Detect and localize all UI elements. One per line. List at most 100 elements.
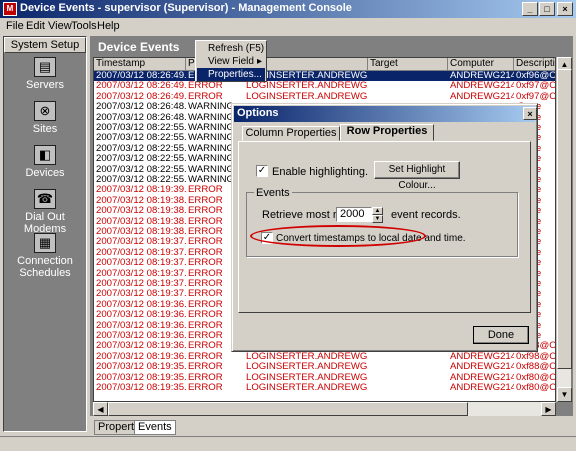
cell-timestamp: 2007/03/12 08:19:35.000 xyxy=(96,372,186,383)
table-row[interactable]: 2007/03/12 08:19:35.000ERROR LOGINSERTER.… xyxy=(94,362,555,373)
table-row[interactable]: 2007/03/12 08:26:49.000ERLOGINSERTER.AND… xyxy=(94,71,556,82)
table-row[interactable]: 2007/03/12 08:19:35.000ERROR LOGINSERTER.… xyxy=(94,383,556,393)
events-group xyxy=(246,192,518,257)
maximize-button[interactable]: □ xyxy=(539,2,555,16)
sidebar-item-label: Servers xyxy=(26,79,64,91)
cell-source: LOGINSERTER.ANDREWG21462 xyxy=(246,383,368,393)
cell-timestamp: 2007/03/12 08:19:36.000 xyxy=(96,341,186,352)
grid-header: Timestamp Pr Target Computer Description xyxy=(94,58,555,71)
server-icon: ▤ xyxy=(34,57,56,77)
menu-item-properties[interactable]: Properties... xyxy=(197,68,265,81)
column-header-description[interactable]: Description xyxy=(514,58,555,71)
cell-timestamp: 2007/03/12 08:22:55.000 xyxy=(96,154,186,165)
cell-computer: ANDREWG21462 xyxy=(450,383,514,393)
cell-source: LOGINSERTER.ANDREWG21462 xyxy=(246,351,368,362)
table-row[interactable]: 2007/03/12 08:26:49.000ERROR LOGINSERTER.… xyxy=(94,91,556,102)
cell-timestamp: 2007/03/12 08:26:49.000 xyxy=(96,91,186,102)
phone-icon: ☎ xyxy=(34,189,56,209)
system-setup-button[interactable]: System Setup xyxy=(4,37,86,53)
sidebar-item-connection-schedules[interactable]: ▦ Connection Schedules xyxy=(4,233,86,279)
menu-view[interactable]: View xyxy=(48,20,72,32)
table-row[interactable]: 2007/03/12 08:19:35.000ERROR LOGINSERTER.… xyxy=(94,372,555,383)
cell-timestamp: 2007/03/12 08:19:37.000 xyxy=(96,279,186,289)
tab-column-properties[interactable]: Column Properties xyxy=(242,126,340,141)
status-bar xyxy=(0,436,576,451)
sidebar-item-label: Connection Schedules xyxy=(17,255,73,279)
cell-timestamp: 2007/03/12 08:26:49.000 xyxy=(96,81,186,92)
sidebar-item-devices[interactable]: ◧ Devices xyxy=(4,145,86,179)
cell-timestamp: 2007/03/12 08:19:37.000 xyxy=(96,258,186,269)
scroll-down-icon[interactable]: ▼ xyxy=(557,387,572,402)
sidebar-item-servers[interactable]: ▤ Servers xyxy=(4,57,86,91)
tab-events[interactable]: Events xyxy=(134,420,176,435)
cell-timestamp: 2007/03/12 08:26:49.000 xyxy=(96,71,186,81)
calendar-icon: ▦ xyxy=(34,233,56,253)
menu-tools[interactable]: Tools xyxy=(71,20,97,32)
scroll-right-icon[interactable]: ▶ xyxy=(541,402,556,416)
annotation-ellipse xyxy=(250,225,426,247)
sidebar-item-sites[interactable]: ⊗ Sites xyxy=(4,101,86,135)
cell-computer: ANDREWG21462 xyxy=(450,362,514,373)
menu-edit[interactable]: Edit xyxy=(26,20,45,32)
scroll-thumb-horizontal[interactable] xyxy=(108,402,468,416)
minimize-button[interactable]: _ xyxy=(522,2,538,16)
cell-source: LOGINSERTER.ANDREWG21462 xyxy=(246,81,368,92)
cell-priority: ERROR xyxy=(188,362,223,373)
dialog-title: Options xyxy=(237,107,279,119)
vertical-scrollbar[interactable]: ▲ ▼ xyxy=(556,57,572,402)
set-highlight-colour-button[interactable]: Set Highlight Colour... xyxy=(374,161,460,191)
sidebar: System Setup ▤ Servers ⊗ Sites ◧ Devices… xyxy=(3,36,87,432)
submenu-arrow-icon: ▸ xyxy=(256,56,262,67)
cell-source: LOGINSERTER.ANDREWG21462 xyxy=(246,362,368,373)
sidebar-item-dial-out-modems[interactable]: ☎ Dial Out Modems xyxy=(4,189,86,235)
cell-description: 0xf96@Oeye xyxy=(516,71,556,81)
cell-priority: ERROR xyxy=(188,351,223,362)
menu-item-refresh[interactable]: Refresh (F5) xyxy=(197,42,265,55)
cell-timestamp: 2007/03/12 08:19:36.000 xyxy=(96,331,186,341)
column-header-timestamp[interactable]: Timestamp xyxy=(94,58,186,71)
horizontal-scrollbar[interactable]: ◀ ▶ xyxy=(93,402,556,416)
page-title: Device Events xyxy=(98,40,180,54)
retrieve-suffix: event records. xyxy=(391,209,461,221)
cell-timestamp: 2007/03/12 08:22:55.000 xyxy=(96,175,186,185)
scroll-thumb[interactable] xyxy=(557,69,572,369)
table-row[interactable]: 2007/03/12 08:19:36.000ERROR LOGINSERTER.… xyxy=(94,351,555,362)
menu-item-view-field[interactable]: View Field ▸ xyxy=(197,55,265,68)
cell-description: 0xf80@Oeye xyxy=(516,383,556,393)
menu-file[interactable]: File xyxy=(6,20,24,32)
cell-computer: ANDREWG21462 xyxy=(450,81,514,92)
cell-timestamp: 2007/03/12 08:26:48.000 xyxy=(96,102,186,113)
tab-row-properties[interactable]: Row Properties xyxy=(340,124,434,141)
cell-timestamp: 2007/03/12 08:19:37.000 xyxy=(96,237,186,248)
window-title: Device Events - supervisor (Supervisor) … xyxy=(20,2,352,14)
cell-priority: ERROR xyxy=(188,383,223,393)
spin-down-icon[interactable]: ▼ xyxy=(372,215,383,223)
column-header-target[interactable]: Target xyxy=(368,58,448,71)
cell-timestamp: 2007/03/12 08:22:55.000 xyxy=(96,143,186,154)
retrieve-count-input[interactable]: 2000 xyxy=(336,207,372,222)
close-button[interactable]: × xyxy=(557,2,573,16)
options-dialog: Options × Column Properties Row Properti… xyxy=(231,103,538,352)
menu-help[interactable]: Help xyxy=(97,20,120,32)
table-row[interactable]: 2007/03/12 08:26:49.000ERROR LOGINSERTER.… xyxy=(94,81,555,92)
dialog-title-bar[interactable]: Options xyxy=(234,106,535,122)
column-header-computer[interactable]: Computer xyxy=(448,58,514,71)
cell-timestamp: 2007/03/12 08:19:35.000 xyxy=(96,383,186,393)
events-group-label: Events xyxy=(254,187,292,199)
spin-up-icon[interactable]: ▲ xyxy=(372,207,383,215)
enable-highlighting-checkbox[interactable]: ✓ xyxy=(256,165,268,177)
window-title-bar[interactable]: M Device Events - supervisor (Supervisor… xyxy=(0,0,576,18)
sidebar-item-label: Sites xyxy=(32,123,58,135)
cell-timestamp: 2007/03/12 08:19:35.000 xyxy=(96,362,186,373)
cell-timestamp: 2007/03/12 08:19:38.000 xyxy=(96,216,186,227)
cell-timestamp: 2007/03/12 08:19:37.000 xyxy=(96,289,186,300)
cell-source: LOGINSERTER.ANDREWG21462 xyxy=(246,372,368,383)
cell-description: 0xf97@Oeye xyxy=(516,91,556,102)
app-icon: M xyxy=(3,2,17,16)
cell-timestamp: 2007/03/12 08:19:37.000 xyxy=(96,247,186,258)
context-menu: Refresh (F5) View Field ▸ Properties... xyxy=(195,40,267,82)
done-button[interactable]: Done xyxy=(473,326,529,344)
scroll-left-icon[interactable]: ◀ xyxy=(93,402,108,416)
devices-icon: ◧ xyxy=(34,145,56,165)
dialog-close-button[interactable]: × xyxy=(523,107,537,120)
